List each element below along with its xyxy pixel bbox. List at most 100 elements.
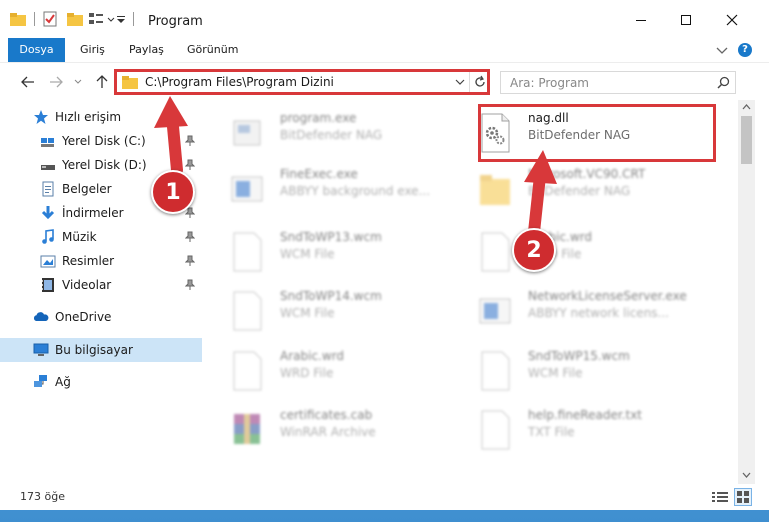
pin-icon[interactable] [185, 279, 195, 291]
chevron-down-icon[interactable] [107, 12, 115, 26]
file-name: help.fineReader.txt [528, 408, 642, 422]
file-type: WCM File [528, 366, 583, 380]
scroll-up-icon[interactable] [738, 100, 755, 114]
file-item[interactable]: SndToWP14.wcm WCM File [210, 283, 460, 339]
file-item[interactable]: program.exe BitDefender NAG [210, 105, 460, 161]
file-name: FineExec.exe [280, 167, 358, 181]
download-icon [41, 206, 55, 220]
tab-view[interactable]: Görünüm [187, 38, 238, 62]
arrow-right-icon [50, 76, 63, 88]
blank-file-icon [233, 232, 262, 272]
sidebar-item-videos[interactable]: Videolar [0, 273, 202, 297]
pin-icon[interactable] [185, 159, 195, 171]
sidebar-item-pictures[interactable]: Resimler [0, 249, 202, 273]
sidebar-item-label: Belgeler [62, 182, 112, 196]
tab-share[interactable]: Paylaş [129, 38, 164, 62]
file-type: ABBYY network licens... [528, 306, 669, 320]
sidebar-item-label: Bu bilgisayar [55, 343, 133, 357]
help-icon[interactable]: ? [738, 43, 752, 57]
file-type: WRD File [280, 366, 334, 380]
pin-icon[interactable] [185, 135, 195, 147]
file-type: WCM File [280, 306, 335, 320]
star-icon [34, 110, 48, 124]
up-button[interactable] [92, 72, 112, 92]
folder-icon [480, 175, 510, 205]
forward-button[interactable] [46, 72, 66, 92]
tab-file[interactable]: Dosya [8, 38, 65, 62]
file-type: WCM File [280, 247, 335, 261]
file-name: certificates.cab [280, 408, 373, 422]
recent-locations-button[interactable] [68, 72, 88, 92]
sidebar-item-label: Ağ [55, 375, 71, 389]
file-item[interactable]: NetworkLicenseServer.exe ABBYY network l… [458, 283, 708, 339]
file-item[interactable]: Arabic.wrd WRD File [210, 343, 460, 399]
folder-icon[interactable] [10, 12, 26, 26]
file-name: Arabic.wrd [280, 349, 345, 363]
maximize-button[interactable] [666, 8, 706, 32]
pin-icon[interactable] [185, 231, 195, 243]
file-item[interactable]: Arabic.wrd WRD File [458, 224, 708, 280]
folder-icon [122, 76, 138, 89]
exe-file-icon [479, 298, 511, 324]
navigation-pane: Hızlı erişim Yerel Disk (C:) Yerel Disk … [0, 100, 204, 480]
exe-file-icon [231, 176, 263, 202]
navigation-bar: C:\Program Files\Program Dizini Ara: Pro… [0, 63, 769, 99]
back-button[interactable] [18, 72, 38, 92]
minimize-icon [636, 20, 646, 21]
file-name: SndToWP15.wcm [528, 349, 630, 363]
chevron-down-icon [74, 79, 82, 84]
tiles-view-button[interactable] [734, 488, 752, 506]
file-item[interactable]: help.fineReader.txt TXT File [458, 402, 708, 458]
blank-file-icon [233, 351, 262, 391]
file-name: Microsoft.VC90.CRT [528, 167, 646, 181]
blank-file-icon [481, 232, 510, 272]
sidebar-item-label: Resimler [62, 254, 115, 268]
sidebar-item-network[interactable]: Ağ [0, 370, 202, 394]
sidebar-item-onedrive[interactable]: OneDrive [0, 305, 202, 329]
sidebar-item-music[interactable]: Müzik [0, 225, 202, 249]
properties-icon[interactable] [43, 11, 57, 27]
close-button[interactable] [712, 8, 752, 32]
sidebar-item-label: Hızlı erişim [55, 110, 122, 124]
file-item[interactable]: SndToWP13.wcm WCM File [210, 224, 460, 280]
scroll-thumb[interactable] [741, 116, 752, 164]
file-item[interactable]: FineExec.exe ABBYY background exe... [210, 161, 460, 217]
expand-ribbon-icon[interactable] [716, 46, 728, 56]
view-options-icon[interactable] [89, 12, 107, 26]
refresh-icon[interactable] [473, 75, 487, 89]
file-name: NetworkLicenseServer.exe [528, 289, 687, 303]
search-box[interactable]: Ara: Program [500, 71, 736, 94]
vertical-scrollbar[interactable] [738, 100, 755, 484]
scroll-down-icon[interactable] [738, 468, 755, 482]
tab-home[interactable]: Giriş [80, 38, 105, 62]
sidebar-item-this-pc[interactable]: Bu bilgisayar [0, 338, 202, 362]
file-item[interactable]: Microsoft.VC90.CRT BitDefender NAG [458, 161, 708, 217]
file-item[interactable]: certificates.cab WinRAR Archive [210, 402, 460, 458]
file-item[interactable]: SndToWP15.wcm WCM File [458, 343, 708, 399]
address-bar[interactable]: C:\Program Files\Program Dizini [114, 69, 490, 95]
arrow-left-icon [21, 76, 34, 88]
sidebar-item-quick-access[interactable]: Hızlı erişim [0, 105, 202, 129]
music-icon [42, 229, 54, 244]
customize-toolbar-icon[interactable] [115, 12, 127, 26]
network-icon [34, 375, 47, 387]
new-folder-icon[interactable] [67, 12, 83, 26]
arrow-up-icon [96, 75, 108, 88]
details-view-icon[interactable] [712, 491, 728, 503]
pin-icon[interactable] [185, 255, 195, 267]
file-type: ABBYY background exe... [280, 184, 431, 198]
step-badge-2: 2 [512, 228, 556, 272]
quick-access-toolbar [10, 10, 140, 28]
search-icon[interactable] [717, 76, 730, 89]
explorer-window: Program Dosya Giriş Paylaş Görünüm ? C:\… [0, 0, 769, 510]
minimize-button[interactable] [621, 8, 661, 32]
sidebar-item-local-disk-c[interactable]: Yerel Disk (C:) [0, 129, 202, 153]
address-divider [469, 72, 470, 92]
file-type: WinRAR Archive [280, 425, 376, 439]
toolbar-divider [133, 12, 134, 26]
highlight-box-nag-dll [478, 104, 716, 162]
file-name: SndToWP13.wcm [280, 230, 382, 244]
chevron-down-icon[interactable] [455, 79, 465, 87]
blank-file-icon [233, 291, 262, 331]
address-path: C:\Program Files\Program Dizini [145, 75, 334, 89]
